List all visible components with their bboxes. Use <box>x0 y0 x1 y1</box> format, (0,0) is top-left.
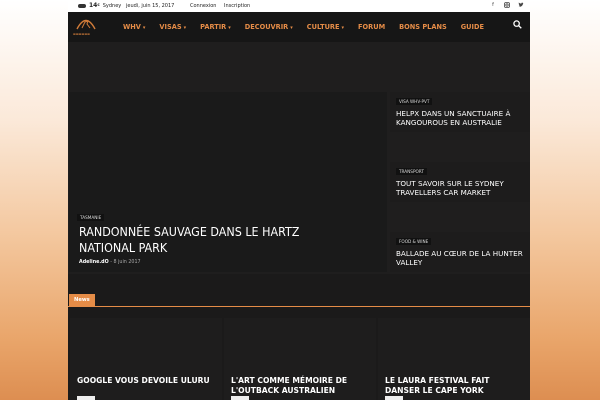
chevron-down-icon: ▾ <box>290 25 293 31</box>
category-tag[interactable]: TASMANIE <box>77 214 105 221</box>
chevron-down-icon: ▾ <box>228 25 231 31</box>
featured-section: TASMANIE RANDONNÉE SAUVAGE DANS LE HARTZ… <box>68 42 530 274</box>
side-article[interactable]: VISA WHV-PVT HELPX DANS UN SANCTUAIRE À … <box>390 92 530 132</box>
temperature: 14c <box>89 2 100 9</box>
cloud-icon <box>78 3 86 8</box>
chevron-down-icon: ▾ <box>183 25 187 31</box>
chevron-down-icon: ▾ <box>142 25 146 31</box>
logo-caption: ▬▬▬▬▬▬ <box>73 32 91 36</box>
category-tag[interactable]: VISA WHV-PVT <box>396 98 433 105</box>
side-article[interactable]: FOOD & WINE BALLADE AU CŒUR DE LA HUNTER… <box>390 232 530 272</box>
search-icon[interactable] <box>513 20 522 29</box>
side-article-title[interactable]: TOUT SAVOIR SUR LE SYDNEY TRAVELLERS CAR… <box>396 179 528 197</box>
news-card-title[interactable]: LE LAURA FESTIVAL FAIT DANSER LE CAPE YO… <box>385 376 525 395</box>
social-links: f <box>490 2 524 8</box>
background-desert-right <box>530 0 600 400</box>
main-menu: WHV ▾ VISAS ▾ PARTIR ▾ DECOUVRIR ▾ CULTURE ▾ … <box>116 23 491 31</box>
kangaroo-logo-icon <box>76 19 96 30</box>
site-logo[interactable]: ▬▬▬▬▬▬ <box>70 12 104 42</box>
city: Sydney <box>102 2 122 9</box>
news-card-meta-bar <box>385 396 403 400</box>
featured-main-article[interactable]: TASMANIE RANDONNÉE SAUVAGE DANS LE HARTZ… <box>69 92 387 272</box>
login-link[interactable]: Connexion <box>190 3 216 9</box>
weather-widget: 14c Sydney <box>78 2 121 9</box>
instagram-icon[interactable] <box>504 2 510 8</box>
facebook-icon[interactable]: f <box>490 2 496 8</box>
current-date: jeudi, juin 15, 2017 <box>126 3 175 9</box>
menu-item-decouvrir[interactable]: DECOUVRIR ▾ <box>238 23 300 31</box>
menu-item-guide[interactable]: GUIDE <box>454 23 491 31</box>
news-card[interactable]: L'ART COMME MÉMOIRE DE L'OUTBACK AUSTRAL… <box>224 318 376 400</box>
menu-item-bons-plans[interactable]: BONS PLANS <box>392 23 454 31</box>
category-tag[interactable]: TRANSPORT <box>396 168 427 175</box>
menu-item-forum[interactable]: FORUM <box>351 23 392 31</box>
news-section-header: News <box>68 294 530 307</box>
menu-item-visas[interactable]: VISAS ▾ <box>152 23 193 31</box>
meta-separator: - <box>110 260 112 265</box>
article-meta: Adeline.dO - 8 juin 2017 <box>79 260 141 265</box>
background-desert-left <box>0 0 68 400</box>
author-name[interactable]: Adeline.dO <box>79 260 109 265</box>
news-card[interactable]: GOOGLE VOUS DEVOILE ULURU <box>70 318 222 400</box>
top-bar: 14c Sydney jeudi, juin 15, 2017 Connexio… <box>68 0 530 12</box>
news-card-meta-bar <box>77 396 95 400</box>
news-card[interactable]: LE LAURA FESTIVAL FAIT DANSER LE CAPE YO… <box>378 318 530 400</box>
publish-date: 8 juin 2017 <box>113 260 141 265</box>
menu-item-culture[interactable]: CULTURE ▾ <box>300 23 351 31</box>
menu-item-partir[interactable]: PARTIR ▾ <box>193 23 238 31</box>
side-article[interactable]: TRANSPORT TOUT SAVOIR SUR LE SYDNEY TRAV… <box>390 162 530 202</box>
side-article-title[interactable]: BALLADE AU CŒUR DE LA HUNTER VALLEY <box>396 249 528 267</box>
signup-link[interactable]: Inscription <box>224 3 250 9</box>
chevron-down-icon: ▾ <box>341 25 345 31</box>
news-card-meta-bar <box>231 396 249 400</box>
news-section-label[interactable]: News <box>69 294 95 306</box>
side-article-title[interactable]: HELPX DANS UN SANCTUAIRE À KANGOUROUS EN… <box>396 109 528 127</box>
menu-item-whv[interactable]: WHV ▾ <box>116 23 152 31</box>
main-navbar: ▬▬▬▬▬▬ WHV ▾ VISAS ▾ PARTIR ▾ DECOUVRIR ▾ CU… <box>68 12 530 42</box>
featured-title[interactable]: RANDONNÉE SAUVAGE DANS LE HARTZ NATIONAL… <box>79 224 339 256</box>
twitter-icon[interactable] <box>518 2 524 8</box>
news-card-title[interactable]: L'ART COMME MÉMOIRE DE L'OUTBACK AUSTRAL… <box>231 376 371 395</box>
news-card-title[interactable]: GOOGLE VOUS DEVOILE ULURU <box>77 376 217 386</box>
category-tag[interactable]: FOOD & WINE <box>396 238 432 245</box>
